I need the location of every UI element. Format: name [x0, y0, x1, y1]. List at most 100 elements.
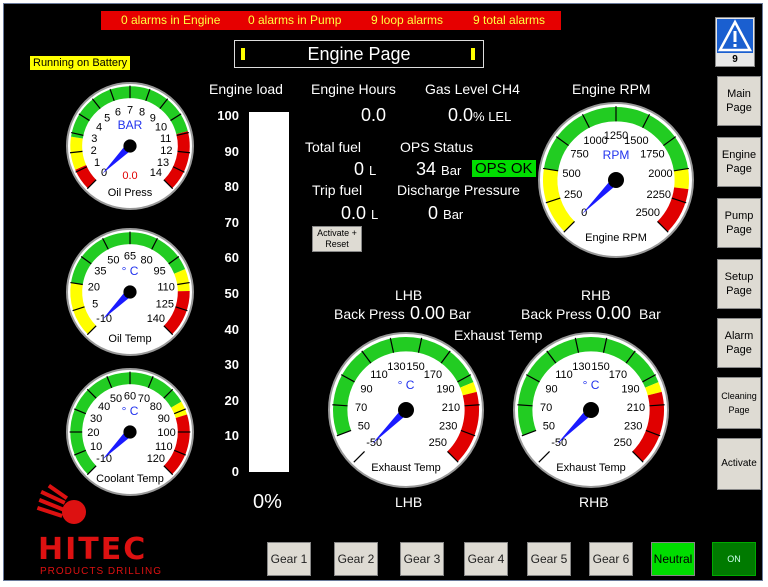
gauge-tick-label: 12	[160, 145, 172, 157]
gauge-tick-label: 20	[87, 427, 99, 439]
gas-level-unit: % LEL	[473, 109, 512, 124]
discharge-pressure-label: Discharge Pressure	[397, 182, 520, 198]
gauge-tick-label: 80	[140, 254, 152, 266]
gauge-label: Exhaust Temp	[556, 462, 626, 474]
engine-rpm-gauge: 02505007501000125015001750200022502500RP…	[538, 102, 694, 258]
engine-load-tick: 20	[224, 392, 239, 408]
alarm-page-button[interactable]: Alarm Page	[717, 318, 761, 368]
engine-load-tick: 40	[224, 321, 239, 337]
gauge-tick-label: 140	[147, 313, 165, 325]
ops-ok-indicator: OPS OK	[472, 160, 536, 177]
gauge-tick-label: 90	[158, 413, 170, 425]
gauge-tick-label: 170	[609, 369, 627, 381]
pump-page-button[interactable]: Pump Page	[717, 198, 761, 248]
gauge-tick-label: 30	[90, 413, 102, 425]
oil-temp-gauge: -10 5 20 3550 65 8095 110 125 140 ° C Oil Temp	[66, 228, 194, 356]
gauge-tick-label: 150	[406, 361, 424, 373]
gauge-tick-label: 0	[101, 167, 107, 179]
hitec-logo-subtext: PRODUCTS DRILLING	[40, 566, 163, 577]
gauge-tick-label: 190	[436, 383, 454, 395]
trip-fuel-unit: L	[371, 207, 379, 222]
exhaust-lhb-gauge: -50 50 70 90 110130 150170 190 210 230 250 ° C Exha…	[328, 332, 484, 488]
gauge-tick-label: 230	[439, 421, 457, 433]
gauge-tick-label: 10	[155, 122, 167, 134]
discharge-unit: Bar	[443, 207, 464, 222]
alarm-summary-bar[interactable]: 0 alarms in Engine 0 alarms in Pump 9 lo…	[101, 11, 561, 30]
warning-alarm-button[interactable]: 9	[715, 17, 755, 67]
gauge-unit: BAR	[118, 118, 143, 132]
gauge-label: Exhaust Temp	[371, 462, 441, 474]
lhb-label: LHB	[395, 287, 423, 303]
gauge-tick-label: 110	[157, 281, 175, 293]
gauge-unit: ° C	[583, 378, 600, 392]
setup-page-button[interactable]: Setup Page	[717, 259, 761, 309]
neutral-button[interactable]: Neutral	[651, 542, 695, 576]
gauge-tick-label: 110	[155, 441, 173, 453]
activate-button[interactable]: Activate	[717, 438, 761, 490]
gauge-tick-label: 11	[160, 133, 171, 145]
total-alarms-text: 9 total alarms	[473, 13, 546, 27]
gauge-unit: RPM	[603, 148, 630, 162]
activate-reset-button[interactable]: Activate + Reset	[312, 226, 362, 252]
on-button[interactable]: ON	[712, 542, 756, 576]
gauge-tick-label: 80	[150, 401, 162, 413]
gauge-tick-label: 50	[110, 393, 122, 405]
gauge-tick-label: 8	[139, 106, 145, 118]
engine-load-tick: 90	[224, 143, 239, 159]
battery-status-badge: Running on Battery	[30, 56, 131, 70]
ops-unit: Bar	[441, 163, 462, 178]
gauge-tick-label: 190	[621, 383, 639, 395]
title-right-indicator	[471, 48, 475, 60]
gauge-hub	[608, 172, 624, 188]
gauge-tick-label: 4	[96, 122, 102, 134]
gauge-tick-label: -10	[96, 453, 112, 465]
rhb-bottom-label: RHB	[579, 494, 609, 510]
gauge-tick-label: 110	[370, 369, 388, 381]
gauge-hub	[123, 285, 137, 299]
gas-level-number: 0.0	[448, 105, 474, 125]
gear-6-button[interactable]: Gear 6	[589, 542, 633, 576]
engine-rpm-title: Engine RPM	[572, 81, 651, 97]
trip-fuel-number: 0.0	[341, 203, 367, 223]
gauge-tick-label: 250	[429, 437, 447, 449]
loop-alarms-text: 9 loop alarms	[371, 13, 444, 27]
gear-3-button[interactable]: Gear 3	[400, 542, 444, 576]
gauge-tick-label: 210	[627, 402, 645, 414]
discharge-pressure-value: 0 Bar	[428, 203, 463, 224]
gear-5-button[interactable]: Gear 5	[527, 542, 571, 576]
main-page-button[interactable]: Main Page	[717, 76, 761, 126]
gauge-tick-label: 7	[127, 104, 133, 116]
gear-4-button[interactable]: Gear 4	[464, 542, 508, 576]
cleaning-page-button[interactable]: Cleaning Page	[717, 377, 761, 429]
gauge-tick-label: -50	[551, 437, 567, 449]
gear-2-button[interactable]: Gear 2	[334, 542, 378, 576]
engine-page-screen: 0 alarms in Engine 0 alarms in Pump 9 lo…	[3, 3, 763, 581]
warning-count: 9	[732, 54, 738, 65]
trip-fuel-value: 0.0 L	[341, 203, 378, 224]
gauge-tick-label: 10	[90, 441, 102, 453]
hitec-logo-icon	[36, 484, 86, 524]
gauge-label: Oil Temp	[108, 333, 151, 345]
gauge-tick-label: 40	[98, 401, 110, 413]
gear-1-button[interactable]: Gear 1	[267, 542, 311, 576]
gauge-tick-label: 150	[591, 361, 609, 373]
lhb-back-press-label: Back Press	[334, 306, 405, 322]
gauge-tick-label: 125	[156, 298, 174, 310]
gauge-tick-label: 210	[442, 402, 460, 414]
engine-load-bar	[249, 112, 289, 472]
lhb-back-press-unit: Bar	[449, 306, 471, 322]
engine-page-button[interactable]: Engine Page	[717, 137, 761, 187]
gauge-readout: 0.0	[122, 170, 137, 182]
page-title: Engine Page	[307, 44, 411, 64]
gauge-tick-label: 70	[138, 393, 150, 405]
gauge-tick-label: 14	[150, 167, 162, 179]
gauge-zone	[460, 382, 477, 396]
engine-load-tick: 10	[224, 428, 239, 444]
gauge-tick-label: 230	[624, 421, 642, 433]
total-fuel-value: 0 L	[354, 159, 376, 180]
gauge-label: Engine RPM	[585, 232, 647, 244]
rhb-back-press-value: 0.00	[596, 303, 632, 323]
gauge-zone	[645, 382, 662, 396]
gauge-tick-label: 2000	[648, 168, 672, 180]
warning-icon	[717, 19, 753, 53]
